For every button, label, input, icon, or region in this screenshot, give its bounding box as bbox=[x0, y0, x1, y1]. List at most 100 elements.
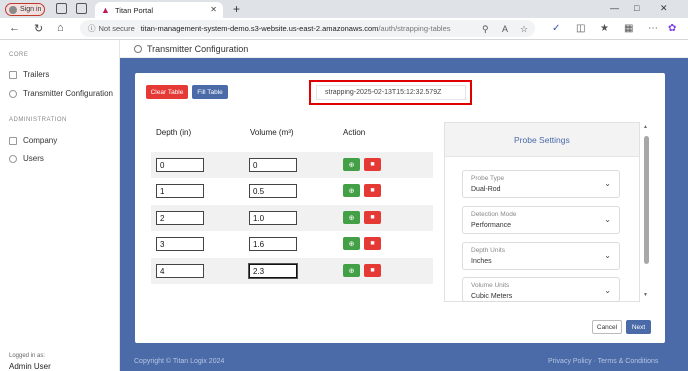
tab-titan-portal[interactable]: ▲ Titan Portal ✕ bbox=[95, 2, 223, 18]
volume-units-label: Volume Units bbox=[471, 282, 510, 289]
address-bar-row: ← ↻ ⌂ Not secure titan-management-system… bbox=[0, 18, 688, 40]
table-row: ⊕ ■ bbox=[151, 231, 433, 257]
core-heading: CORE bbox=[9, 52, 29, 58]
detection-mode-select[interactable]: Detection Mode Performance ⌄ bbox=[462, 206, 620, 234]
scroll-down-icon[interactable]: ▼ bbox=[643, 292, 648, 298]
logged-in-user: Admin User bbox=[9, 362, 51, 371]
browser-tab-bar: Sign in ▲ Titan Portal ✕ + — □ ✕ bbox=[0, 0, 688, 18]
maximize-icon[interactable]: □ bbox=[634, 3, 639, 13]
sidebar-item-trailers[interactable]: Trailers bbox=[9, 70, 49, 79]
depth-input[interactable] bbox=[156, 158, 204, 172]
trash-icon[interactable]: ■ bbox=[364, 184, 381, 197]
row-confirm-button[interactable]: ⊕ bbox=[343, 264, 360, 277]
back-icon[interactable]: ← bbox=[9, 22, 20, 34]
trash-icon[interactable]: ■ bbox=[364, 211, 381, 224]
page-title: Transmitter Configuration bbox=[134, 44, 248, 54]
scroll-up-icon[interactable]: ▲ bbox=[643, 124, 648, 130]
volume-input[interactable] bbox=[248, 263, 298, 279]
logged-in-as-label: Logged in as: bbox=[9, 353, 46, 359]
next-button[interactable]: Next bbox=[626, 320, 651, 334]
gear-icon bbox=[134, 45, 142, 53]
chevron-down-icon: ⌄ bbox=[604, 179, 611, 188]
probe-type-value: Dual-Rod bbox=[471, 186, 501, 193]
more-icon[interactable]: ⋯ bbox=[648, 23, 658, 34]
tab-actions-icon[interactable] bbox=[76, 3, 87, 14]
sign-in-button[interactable]: Sign in bbox=[5, 3, 45, 16]
detection-mode-value: Performance bbox=[471, 222, 512, 229]
workspaces-icon[interactable] bbox=[56, 3, 67, 14]
avatar-icon bbox=[9, 5, 17, 14]
column-header-volume: Volume (m³) bbox=[250, 128, 294, 137]
page-title-text: Transmitter Configuration bbox=[147, 44, 249, 54]
footer-links[interactable]: Privacy Policy · Terms & Conditions bbox=[548, 358, 658, 365]
row-confirm-button[interactable]: ⊕ bbox=[343, 158, 360, 171]
column-header-depth: Depth (in) bbox=[156, 128, 192, 137]
chevron-down-icon: ⌄ bbox=[604, 215, 611, 224]
split-screen-icon[interactable]: ◫ bbox=[576, 23, 585, 34]
volume-input[interactable] bbox=[249, 237, 297, 251]
table-row: ⊕ ■ bbox=[151, 178, 433, 204]
scrollbar-thumb[interactable] bbox=[644, 136, 649, 264]
favorites-icon[interactable]: ★ bbox=[600, 23, 609, 34]
probe-type-select[interactable]: Probe Type Dual-Rod ⌄ bbox=[462, 170, 620, 198]
url-field[interactable]: Not secure titan-management-system-demo.… bbox=[80, 20, 535, 37]
refresh-icon[interactable]: ↻ bbox=[34, 22, 43, 35]
search-icon[interactable]: ⚲ bbox=[482, 24, 489, 35]
depth-input[interactable] bbox=[156, 211, 204, 225]
chevron-down-icon: ⌄ bbox=[604, 286, 611, 295]
row-confirm-button[interactable]: ⊕ bbox=[343, 211, 360, 224]
copilot-icon[interactable]: ✿ bbox=[668, 23, 676, 34]
depth-input[interactable] bbox=[156, 264, 204, 278]
depth-input[interactable] bbox=[156, 237, 204, 251]
favorite-star-icon[interactable]: ☆ bbox=[520, 24, 528, 35]
sidebar-item-label: Users bbox=[23, 154, 44, 163]
copyright-text: Copyright © Titan Logix 2024 bbox=[134, 358, 225, 365]
titan-logo-icon: ▲ bbox=[101, 5, 110, 15]
window-close-icon[interactable]: ✕ bbox=[660, 3, 668, 14]
tab-title: Titan Portal bbox=[115, 5, 154, 15]
users-icon bbox=[9, 154, 17, 163]
depth-units-select[interactable]: Depth Units Inches ⌄ bbox=[462, 242, 620, 270]
row-confirm-button[interactable]: ⊕ bbox=[343, 184, 360, 197]
new-tab-button[interactable]: + bbox=[233, 2, 240, 16]
url-host: titan-management-system-demo.s3-website.… bbox=[140, 24, 379, 33]
volume-units-select[interactable]: Volume Units Cubic Meters ⌄ bbox=[462, 277, 620, 302]
row-confirm-button[interactable]: ⊕ bbox=[343, 237, 360, 250]
read-aloud-icon[interactable]: A bbox=[502, 24, 508, 34]
sidebar-item-company[interactable]: Company bbox=[9, 136, 57, 145]
cancel-button[interactable]: Cancel bbox=[592, 320, 622, 334]
probe-settings-title: Probe Settings bbox=[514, 135, 570, 145]
depth-input[interactable] bbox=[156, 184, 204, 198]
url-path: /auth/strapping-tables bbox=[378, 24, 451, 33]
collections-icon[interactable]: ▦ bbox=[624, 23, 633, 34]
extension-icon[interactable]: ✓ bbox=[552, 23, 560, 34]
volume-input[interactable] bbox=[249, 158, 297, 172]
sidebar-item-transmitter-configuration[interactable]: Transmitter Configuration bbox=[9, 89, 113, 98]
sidebar-item-label: Trailers bbox=[23, 70, 50, 79]
fill-table-button[interactable]: Fill Table bbox=[192, 85, 228, 99]
volume-input[interactable] bbox=[249, 211, 297, 225]
trash-icon[interactable]: ■ bbox=[364, 237, 381, 250]
table-name-input[interactable] bbox=[316, 85, 466, 100]
truck-icon bbox=[9, 70, 17, 79]
depth-units-value: Inches bbox=[471, 258, 492, 265]
volume-units-value: Cubic Meters bbox=[471, 293, 513, 300]
home-icon[interactable]: ⌂ bbox=[57, 22, 64, 34]
probe-panel-scrollbar[interactable]: ▲ ▼ bbox=[643, 124, 650, 300]
detection-mode-label: Detection Mode bbox=[471, 211, 517, 218]
volume-input[interactable] bbox=[249, 184, 297, 198]
trash-icon[interactable]: ■ bbox=[364, 264, 381, 277]
minimize-icon[interactable]: — bbox=[610, 3, 619, 13]
sign-in-label: Sign in bbox=[20, 6, 42, 13]
table-row: ⊕ ■ bbox=[151, 258, 433, 284]
sidebar-item-users[interactable]: Users bbox=[9, 154, 44, 163]
column-header-action: Action bbox=[343, 128, 366, 137]
sidebar-item-label: Transmitter Configuration bbox=[23, 89, 113, 98]
clear-table-button[interactable]: Clear Table bbox=[146, 85, 188, 99]
building-icon bbox=[9, 136, 17, 145]
not-secure-label[interactable]: Not secure bbox=[88, 23, 135, 34]
sidebar: CORE Trailers Transmitter Configuration … bbox=[0, 40, 120, 371]
probe-type-label: Probe Type bbox=[471, 175, 505, 182]
trash-icon[interactable]: ■ bbox=[364, 158, 381, 171]
close-tab-icon[interactable]: ✕ bbox=[210, 5, 217, 14]
